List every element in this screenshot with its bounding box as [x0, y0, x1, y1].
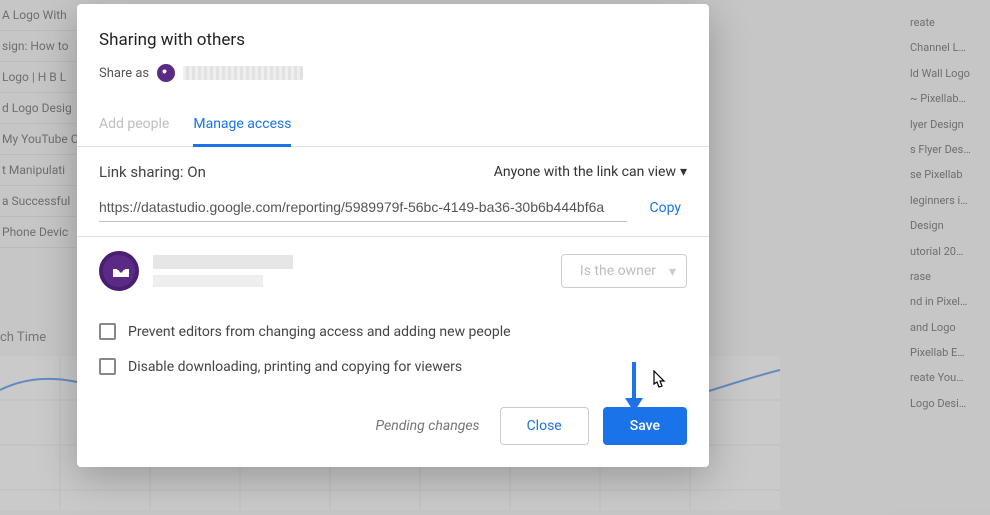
owner-role-selector[interactable]: Is the owner	[561, 254, 687, 288]
close-button[interactable]: Close	[500, 407, 589, 445]
caret-down-icon: ▾	[680, 164, 687, 180]
pointer-cursor-icon	[648, 370, 668, 397]
link-access-dropdown[interactable]: Anyone with the link can view ▾	[494, 164, 687, 180]
owner-avatar-icon	[99, 251, 139, 291]
tab-bar: Add people Manage access	[77, 106, 709, 147]
share-url-input[interactable]	[99, 193, 627, 222]
owner-name-redacted	[153, 255, 293, 287]
link-sharing-status: Link sharing: On	[99, 163, 206, 181]
disable-download-checkbox[interactable]	[99, 358, 116, 375]
disable-download-label: Disable downloading, printing and copyin…	[128, 359, 462, 375]
dialog-title: Sharing with others	[99, 30, 687, 50]
pending-changes-label: Pending changes	[376, 418, 480, 434]
sharing-dialog: Sharing with others Share as Add people …	[77, 4, 709, 467]
user-avatar-icon	[157, 64, 175, 82]
copy-link-button[interactable]: Copy	[643, 200, 687, 216]
tab-manage-access[interactable]: Manage access	[193, 106, 291, 147]
annotation-arrow-icon	[621, 358, 647, 414]
prevent-editors-checkbox[interactable]	[99, 323, 116, 340]
tab-add-people[interactable]: Add people	[99, 106, 169, 146]
prevent-editors-label: Prevent editors from changing access and…	[128, 324, 511, 340]
user-name-redacted	[183, 66, 303, 80]
share-as-label: Share as	[99, 66, 149, 81]
